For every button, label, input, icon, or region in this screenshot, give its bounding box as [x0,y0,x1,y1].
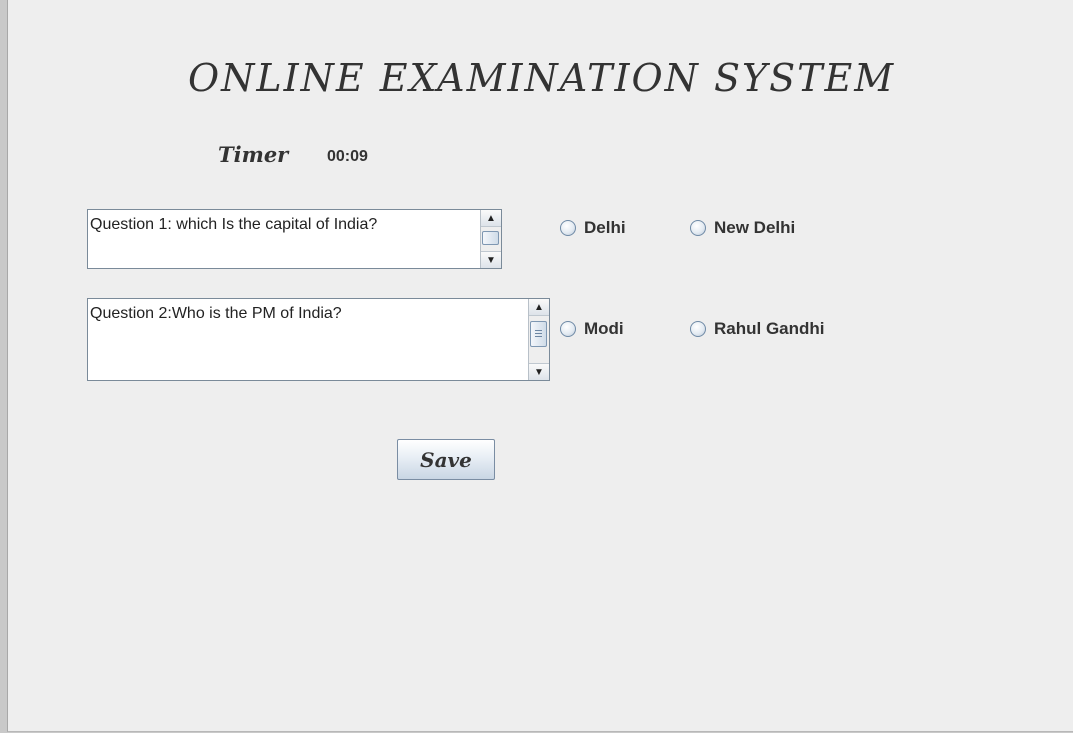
scroll-down-arrow-icon[interactable]: ▼ [529,363,549,380]
timer-label: Timer [218,142,289,167]
question-1-scrollbar[interactable]: ▲ ▼ [480,210,501,268]
save-button[interactable]: Save [397,439,495,480]
question-2-text: Question 2:Who is the PM of India? [90,305,342,322]
question-1-text: Question 1: which Is the capital of Indi… [90,216,378,233]
option-label: Delhi [584,218,626,237]
scroll-up-arrow-icon[interactable]: ▲ [481,210,501,227]
radio-icon[interactable] [560,321,576,337]
scroll-down-arrow-icon[interactable]: ▼ [481,251,501,268]
radio-icon[interactable] [690,321,706,337]
option-modi[interactable]: Modi [560,319,624,339]
grip-line [535,333,542,334]
scroll-up-arrow-icon[interactable]: ▲ [529,299,549,316]
question-2-scroll-thumb[interactable] [530,321,547,347]
app-window: ONLINE EXAMINATION SYSTEM Timer 00:09 Qu… [7,0,1073,732]
option-label: Modi [584,319,624,338]
page-title: ONLINE EXAMINATION SYSTEM [188,56,896,100]
question-2-scrollbar[interactable]: ▲ ▼ [528,299,549,380]
question-1-scroll-thumb[interactable] [482,231,499,245]
option-label: New Delhi [714,218,796,237]
option-rahul-gandhi[interactable]: Rahul Gandhi [690,319,825,339]
question-1-textarea[interactable]: Question 1: which Is the capital of Indi… [87,209,502,269]
option-label: Rahul Gandhi [714,319,825,338]
grip-line [535,330,542,331]
option-new-delhi[interactable]: New Delhi [690,218,795,238]
grip-line [535,336,542,337]
radio-icon[interactable] [560,220,576,236]
option-delhi[interactable]: Delhi [560,218,626,238]
question-2-textarea[interactable]: Question 2:Who is the PM of India? ▲ ▼ [87,298,550,381]
radio-icon[interactable] [690,220,706,236]
timer-value: 00:09 [327,148,368,165]
